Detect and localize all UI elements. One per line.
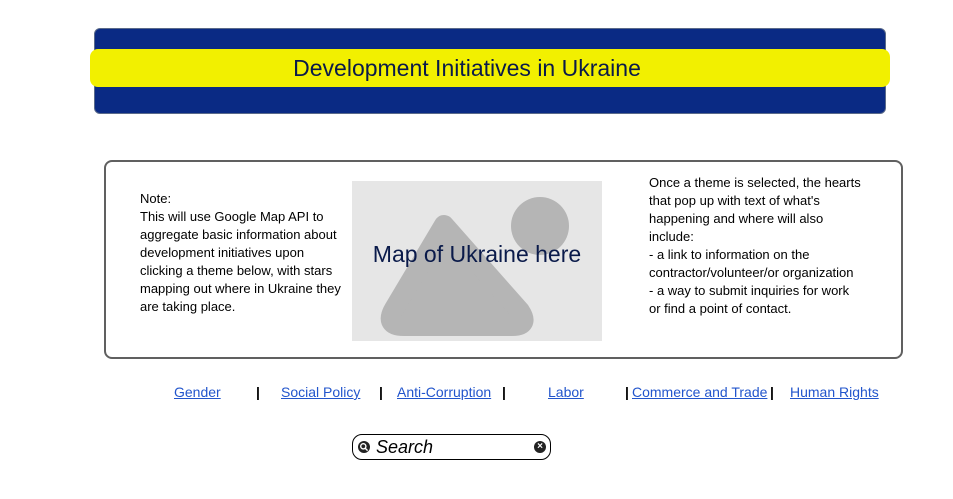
nav-link-gender[interactable]: Gender: [174, 384, 221, 400]
map-placeholder[interactable]: Map of Ukraine here: [352, 181, 602, 341]
search-input[interactable]: Search ×: [352, 434, 551, 460]
nav-separator: |: [625, 384, 629, 400]
nav-link-labor[interactable]: Labor: [548, 384, 584, 400]
nav-link-anti-corruption[interactable]: Anti-Corruption: [397, 384, 491, 400]
note-heading: Note:: [140, 191, 172, 206]
nav-separator: |: [256, 384, 260, 400]
search-label: Search: [376, 437, 434, 457]
nav-separator: |: [502, 384, 506, 400]
clear-icon[interactable]: ×: [534, 441, 546, 453]
note-body: This will use Google Map API to aggregat…: [140, 209, 341, 314]
search-icon: [358, 441, 370, 453]
info-block: Once a theme is selected, the hearts tha…: [649, 174, 864, 318]
nav-link-commerce-and-trade[interactable]: Commerce and Trade: [632, 384, 767, 400]
map-label: Map of Ukraine here: [372, 241, 582, 267]
info-intro: Once a theme is selected, the hearts tha…: [649, 175, 861, 244]
page-title: Development Initiatives in Ukraine: [293, 55, 641, 81]
info-item-link: - a link to information on the contracto…: [649, 247, 854, 280]
nav-separator: |: [379, 384, 383, 400]
nav-link-social-policy[interactable]: Social Policy: [281, 384, 360, 400]
nav-separator: |: [770, 384, 774, 400]
nav-link-human-rights[interactable]: Human Rights: [790, 384, 879, 400]
note-block: Note: This will use Google Map API to ag…: [140, 190, 350, 316]
info-item-inquiry: - a way to submit inquiries for work or …: [649, 283, 850, 316]
